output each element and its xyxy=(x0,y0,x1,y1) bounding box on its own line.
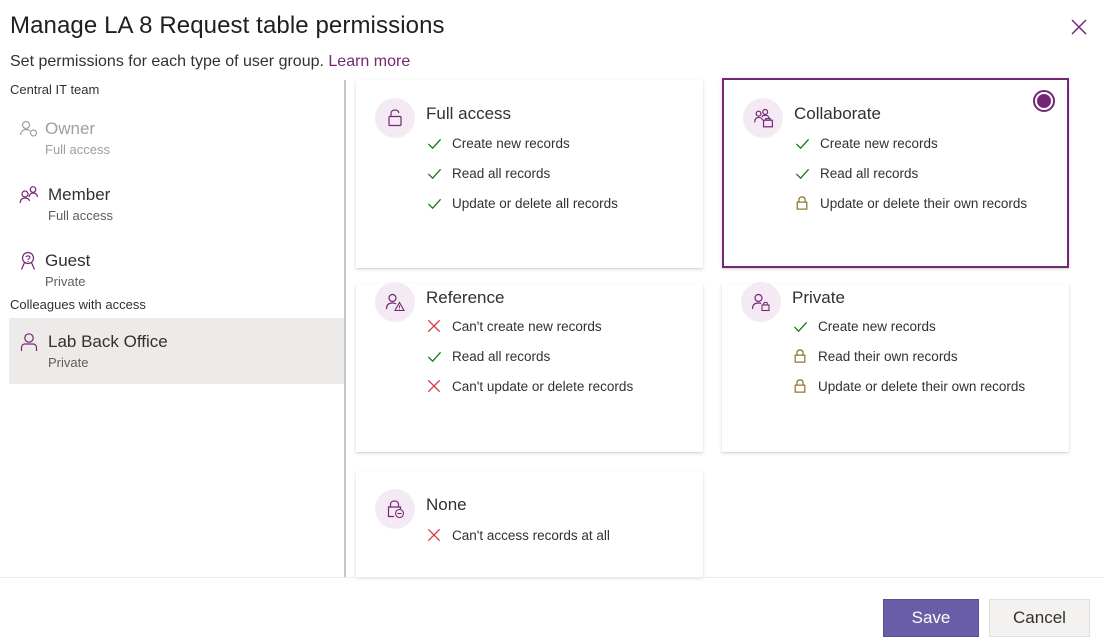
person-icon xyxy=(20,333,38,351)
card-title: Reference xyxy=(426,288,505,307)
guest-icon xyxy=(20,251,36,270)
permission-row: Read all records xyxy=(426,158,618,188)
permission-text: Update or delete all records xyxy=(452,195,618,211)
permission-row: Create new records xyxy=(794,128,1027,158)
selected-radio-icon[interactable] xyxy=(1033,90,1055,112)
close-icon xyxy=(1071,19,1087,35)
person-warning-icon xyxy=(375,282,415,322)
section-central-it: Central IT team xyxy=(10,82,100,97)
group-item-owner: Owner Full access xyxy=(9,113,345,179)
checkmark-icon xyxy=(426,135,442,151)
people-team-icon xyxy=(743,98,783,138)
checkmark-icon xyxy=(426,195,442,211)
learn-more-link[interactable]: Learn more xyxy=(328,53,410,70)
permission-row: Can't create new records xyxy=(426,311,633,341)
unlock-icon xyxy=(375,98,415,138)
permission-text: Read their own records xyxy=(818,348,958,364)
member-icon xyxy=(19,186,39,204)
footer-divider xyxy=(0,577,1104,578)
group-access: Full access xyxy=(48,208,114,223)
owner-icon xyxy=(19,120,38,137)
dialog-subtitle: Set permissions for each type of user gr… xyxy=(10,53,411,70)
save-button[interactable]: Save xyxy=(883,599,979,637)
permission-row: Read all records xyxy=(426,341,633,371)
group-access: Private xyxy=(45,274,86,289)
lock-icon xyxy=(794,195,810,211)
permission-text: Update or delete their own records xyxy=(818,378,1026,394)
permission-row: Create new records xyxy=(426,128,618,158)
permission-text: Can't access records at all xyxy=(452,527,610,543)
permission-card-collaborate[interactable]: Collaborate Create new records Read all re… xyxy=(722,78,1069,268)
permission-text: Create new records xyxy=(452,135,570,151)
permission-card-full-access[interactable]: Full access Create new records Read all re… xyxy=(356,80,703,268)
person-lock-icon xyxy=(741,282,781,322)
group-name: Member xyxy=(48,185,111,204)
permission-row: Can't update or delete records xyxy=(426,371,633,401)
permission-card-reference[interactable]: Reference Can't create new records Read al… xyxy=(356,282,703,452)
permission-text: Read all records xyxy=(452,165,551,181)
permission-row: Update or delete their own records xyxy=(792,371,1025,401)
permission-row: Read all records xyxy=(794,158,1027,188)
cancel-button[interactable]: Cancel xyxy=(989,599,1090,637)
group-name: Lab Back Office xyxy=(48,332,168,351)
close-button[interactable] xyxy=(1068,16,1090,38)
card-title: Collaborate xyxy=(794,104,881,123)
permission-row: Read their own records xyxy=(792,341,1025,371)
group-item-lab-back-office[interactable]: Lab Back Office Private xyxy=(9,318,345,384)
permission-text: Can't create new records xyxy=(452,318,602,334)
card-title: Private xyxy=(792,288,845,307)
dismiss-icon xyxy=(426,378,442,394)
lock-icon xyxy=(792,378,808,394)
card-title: Full access xyxy=(426,104,512,123)
lock-blocked-icon xyxy=(375,489,415,529)
permission-card-private[interactable]: Private Create new records Read their own … xyxy=(722,282,1069,452)
permission-row: Create new records xyxy=(792,311,1025,341)
group-access: Full access xyxy=(45,142,111,157)
permission-text: Read all records xyxy=(820,165,919,181)
group-item-member[interactable]: Member Full access xyxy=(9,179,345,245)
dismiss-icon xyxy=(426,527,442,543)
checkmark-icon xyxy=(426,348,442,364)
dismiss-icon xyxy=(426,318,442,334)
permission-row: Update or delete all records xyxy=(426,188,618,218)
checkmark-icon xyxy=(794,165,810,181)
section-colleagues: Colleagues with access xyxy=(10,297,146,312)
group-name: Guest xyxy=(45,251,91,270)
group-name: Owner xyxy=(45,119,96,138)
permission-text: Update or delete their own records xyxy=(820,195,1028,211)
checkmark-icon xyxy=(794,135,810,151)
permission-text: Can't update or delete records xyxy=(452,378,634,394)
checkmark-icon xyxy=(792,318,808,334)
permission-card-none[interactable]: None Can't access records at all xyxy=(356,471,703,577)
lock-icon xyxy=(792,348,808,364)
permission-text: Create new records xyxy=(820,135,938,151)
group-access: Private xyxy=(48,355,89,370)
permission-row: Update or delete their own records xyxy=(794,188,1027,218)
card-title: None xyxy=(426,495,467,514)
pane-divider xyxy=(344,80,346,577)
permission-row: Can't access records at all xyxy=(426,520,610,550)
checkmark-icon xyxy=(426,165,442,181)
permission-text: Create new records xyxy=(818,318,936,334)
permission-text: Read all records xyxy=(452,348,551,364)
dialog-title: Manage LA 8 Request table permissions xyxy=(10,12,445,39)
